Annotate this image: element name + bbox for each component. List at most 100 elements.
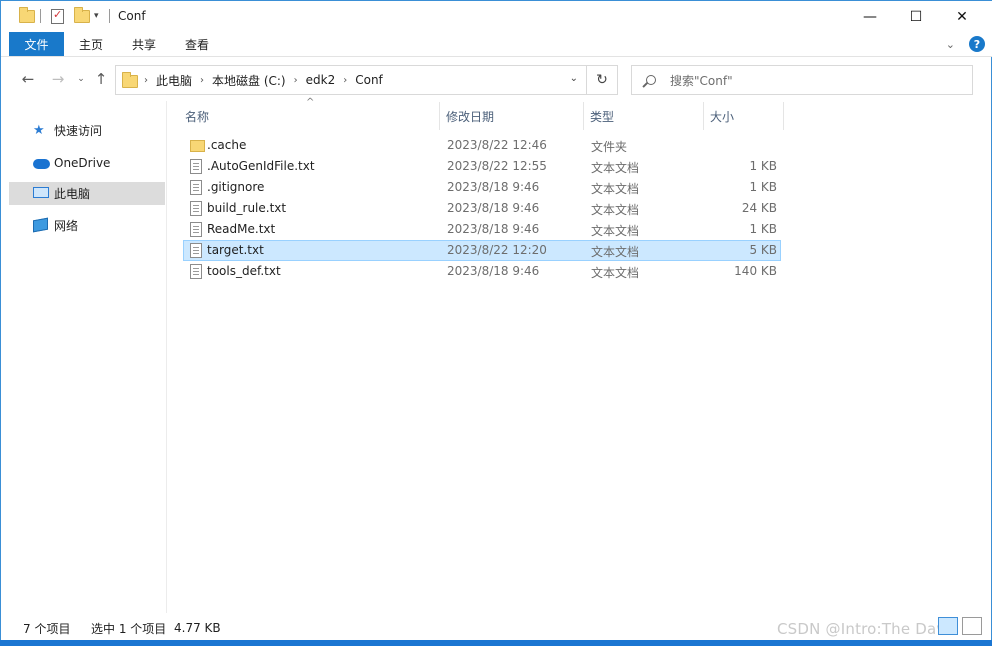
window-title: Conf — [118, 9, 146, 23]
tab-home[interactable]: 主页 — [70, 32, 112, 56]
sidebar-item-quick-access[interactable]: ★ 快速访问 — [9, 119, 165, 142]
navigation-bar: ← → ⌄ ↑ › 此电脑 › 本地磁盘 (C:) › edk2 › Conf … — [1, 57, 992, 101]
cloud-icon — [33, 156, 50, 170]
file-date: 2023/8/22 12:46 — [447, 138, 547, 152]
sidebar-item-label: 网络 — [54, 219, 79, 233]
table-row[interactable]: .AutoGenIdFile.txt 2023/8/22 12:55 文本文档 … — [183, 156, 781, 177]
close-button[interactable]: ✕ — [939, 1, 985, 32]
file-name: target.txt — [207, 243, 264, 257]
file-date: 2023/8/22 12:20 — [447, 243, 547, 257]
chevron-right-icon[interactable]: › — [198, 75, 206, 86]
file-date: 2023/8/18 9:46 — [447, 264, 540, 278]
tab-share[interactable]: 共享 — [123, 32, 165, 56]
file-type: 文本文档 — [591, 182, 640, 196]
folder-icon — [19, 6, 35, 25]
forward-button[interactable]: → — [49, 70, 67, 88]
sidebar-item-label: OneDrive — [54, 155, 111, 170]
file-date: 2023/8/18 9:46 — [447, 180, 540, 194]
search-box[interactable]: 搜索"Conf" — [631, 65, 973, 95]
column-header-date[interactable]: 修改日期 — [440, 102, 584, 130]
explorer-window: ▾ Conf — ☐ ✕ 文件 主页 共享 查看 ⌄ ? ← → ⌄ ↑ › 此… — [0, 0, 992, 646]
expand-ribbon-icon[interactable]: ⌄ — [946, 38, 955, 51]
tab-file[interactable]: 文件 — [9, 32, 64, 56]
minimize-button[interactable]: — — [847, 1, 893, 32]
details-view-button[interactable] — [938, 617, 958, 635]
text-file-icon — [190, 201, 202, 216]
watermark: CSDN @Intro:The Dawn — [777, 620, 959, 638]
selection-count: 选中 1 个项目 — [91, 621, 167, 636]
chevron-down-icon[interactable]: ⌄ — [570, 73, 578, 84]
file-type: 文本文档 — [591, 266, 640, 280]
search-icon — [646, 75, 656, 85]
item-count: 7 个项目 — [23, 621, 71, 636]
tab-view[interactable]: 查看 — [176, 32, 218, 56]
file-date: 2023/8/22 12:55 — [447, 159, 547, 173]
sidebar-item-label: 此电脑 — [54, 187, 91, 201]
file-size: 140 KB — [734, 264, 777, 278]
maximize-button[interactable]: ☐ — [893, 1, 939, 32]
table-row-selected[interactable]: target.txt 2023/8/22 12:20 文本文档 5 KB — [183, 240, 781, 261]
help-icon[interactable]: ? — [969, 36, 985, 52]
navigation-pane: ★ 快速访问 OneDrive 此电脑 网络 — [1, 101, 167, 613]
file-size: 1 KB — [749, 222, 777, 236]
sidebar-item-onedrive[interactable]: OneDrive — [9, 151, 165, 174]
file-size: 1 KB — [749, 159, 777, 173]
breadcrumb-this-pc[interactable]: 此电脑 — [150, 72, 198, 89]
address-bar[interactable]: › 此电脑 › 本地磁盘 (C:) › edk2 › Conf ⌄ — [115, 65, 587, 95]
file-list: ^ 名称 修改日期 类型 大小 .cache 2023/8/22 12:46 文… — [168, 97, 991, 613]
breadcrumb: › 此电脑 › 本地磁盘 (C:) › edk2 › Conf — [122, 66, 389, 94]
file-name: .AutoGenIdFile.txt — [207, 159, 315, 173]
selection-size: 4.77 KB — [174, 621, 221, 635]
ribbon: 文件 主页 共享 查看 ⌄ ? — [1, 32, 992, 57]
column-header-size[interactable]: 大小 — [704, 102, 784, 130]
new-folder-icon[interactable] — [74, 6, 90, 25]
file-size: 24 KB — [741, 201, 777, 215]
file-size: 5 KB — [749, 243, 777, 257]
table-row[interactable]: .gitignore 2023/8/18 9:46 文本文档 1 KB — [183, 177, 781, 198]
folder-icon — [122, 71, 138, 88]
chevron-right-icon[interactable]: › — [292, 75, 300, 86]
file-date: 2023/8/18 9:46 — [447, 222, 540, 236]
table-row[interactable]: .cache 2023/8/22 12:46 文件夹 — [183, 135, 781, 156]
table-row[interactable]: ReadMe.txt 2023/8/18 9:46 文本文档 1 KB — [183, 219, 781, 240]
title-bar: ▾ Conf — ☐ ✕ — [1, 1, 992, 32]
customize-toolbar-dropdown[interactable]: ▾ — [94, 7, 99, 25]
table-row[interactable]: tools_def.txt 2023/8/18 9:46 文本文档 140 KB — [183, 261, 781, 282]
separator — [40, 7, 41, 25]
recent-locations-dropdown[interactable]: ⌄ — [72, 70, 90, 88]
sidebar-item-this-pc[interactable]: 此电脑 — [9, 182, 165, 205]
folder-icon — [190, 140, 205, 152]
chevron-right-icon[interactable]: › — [341, 75, 349, 86]
column-header-type[interactable]: 类型 — [584, 102, 704, 130]
file-type: 文本文档 — [591, 161, 640, 175]
file-size: 1 KB — [749, 180, 777, 194]
up-button[interactable]: ↑ — [92, 70, 110, 88]
text-file-icon — [190, 159, 202, 174]
sidebar-item-network[interactable]: 网络 — [9, 214, 165, 237]
file-type: 文本文档 — [591, 203, 640, 217]
breadcrumb-conf[interactable]: Conf — [349, 73, 389, 87]
breadcrumb-local-disk[interactable]: 本地磁盘 (C:) — [206, 72, 292, 89]
back-button[interactable]: ← — [19, 70, 37, 88]
text-file-icon — [190, 264, 202, 279]
text-file-icon — [190, 180, 202, 195]
star-icon: ★ — [33, 122, 45, 138]
table-row[interactable]: build_rule.txt 2023/8/18 9:46 文本文档 24 KB — [183, 198, 781, 219]
file-date: 2023/8/18 9:46 — [447, 201, 540, 215]
column-header-name[interactable]: 名称 — [179, 102, 440, 130]
properties-icon[interactable] — [51, 7, 64, 25]
sidebar-item-label: 快速访问 — [54, 124, 103, 138]
file-name: tools_def.txt — [207, 264, 281, 278]
large-icons-view-button[interactable] — [962, 617, 982, 635]
computer-icon — [33, 186, 49, 201]
text-file-icon — [190, 243, 202, 258]
refresh-button[interactable]: ↻ — [587, 65, 618, 95]
breadcrumb-edk2[interactable]: edk2 — [300, 73, 342, 87]
separator — [109, 9, 110, 23]
chevron-right-icon[interactable]: › — [142, 75, 150, 86]
file-name: ReadMe.txt — [207, 222, 276, 236]
text-file-icon — [190, 222, 202, 237]
network-icon — [33, 217, 49, 233]
file-name: build_rule.txt — [207, 201, 287, 215]
search-placeholder: 搜索"Conf" — [670, 73, 733, 88]
